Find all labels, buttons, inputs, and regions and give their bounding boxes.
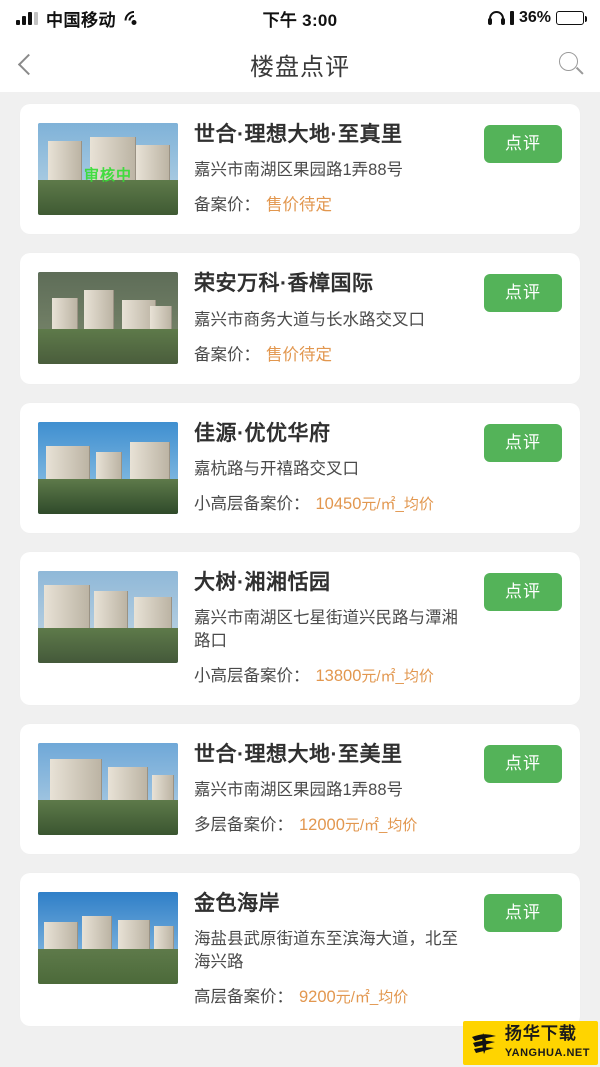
property-thumbnail[interactable] (38, 892, 178, 985)
property-address: 嘉杭路与开禧路交叉口 (194, 459, 359, 478)
property-card[interactable]: 荣安万科·香樟国际嘉兴市商务大道与长水路交叉口 备案价： 售价待定 点评 (20, 253, 580, 384)
alarm-bar-icon (509, 11, 514, 25)
review-button-wrap: 点评 (474, 272, 562, 313)
status-bar-right: 36% (487, 9, 587, 27)
property-info: 世合·理想大地·至美里嘉兴市南湖区果园路1弄88号 多层备案价： 12000元/㎡_… (178, 743, 474, 835)
review-button-wrap: 点评 (474, 892, 562, 933)
review-button-wrap: 点评 (474, 123, 562, 163)
property-price-row: 备案价： 售价待定 (194, 341, 474, 365)
review-button-wrap: 点评 (474, 422, 562, 462)
property-address: 嘉兴市南湖区果园路1弄88号 (194, 161, 404, 180)
property-card[interactable]: 审核中 世合·理想大地·至真里嘉兴市南湖区果园路1弄88号 备案价： 售价待定 点评 (20, 104, 580, 235)
battery-percent-label: 36% (518, 9, 551, 26)
property-info: 荣安万科·香樟国际嘉兴市商务大道与长水路交叉口 备案价： 售价待定 (178, 272, 474, 364)
watermark-cn-label: 扬华下载 (504, 1024, 577, 1044)
review-button[interactable]: 点评 (484, 894, 562, 933)
price-value: 9200元/㎡_均价 (299, 988, 408, 1006)
property-address: 嘉兴市南湖区七星街道兴民路与潭湘路口 (194, 609, 458, 650)
price-number: 10450 (315, 495, 362, 514)
property-card[interactable]: 大树·湘湘恬园嘉兴市南湖区七星街道兴民路与潭湘路口小高层备案价： 13800元/㎡… (20, 552, 580, 705)
battery-icon (556, 11, 587, 25)
property-thumbnail[interactable]: 审核中 (38, 123, 178, 215)
price-number: 13800 (315, 666, 362, 685)
property-title: 世合·理想大地·至美里 (194, 742, 403, 766)
price-unit: 元/㎡_均价 (361, 496, 434, 514)
property-info: 金色海岸海盐县武原街道东至滨海大道，北至海兴路高层备案价： 9200元/㎡_均价 (178, 892, 474, 1007)
price-label: 多层备案价： (194, 816, 293, 835)
property-title: 世合·理想大地·至真里 (194, 123, 403, 146)
property-price-row: 高层备案价： 9200元/㎡_均价 (194, 983, 474, 1007)
property-card[interactable]: 世合·理想大地·至美里嘉兴市南湖区果园路1弄88号 多层备案价： 12000元/㎡_… (20, 723, 580, 855)
watermark-en-label: YANGHUA.NET (504, 1047, 590, 1060)
price-label: 小高层备案价： (194, 495, 310, 514)
page-title: 楼盘点评 (250, 53, 350, 81)
property-info: 佳源·优优华府嘉杭路与开禧路交叉口 小高层备案价： 10450元/㎡_均价 (178, 422, 474, 514)
property-info: 大树·湘湘恬园嘉兴市南湖区七星街道兴民路与潭湘路口小高层备案价： 13800元/㎡… (178, 571, 474, 686)
price-number: 售价待定 (266, 196, 332, 215)
search-icon (559, 52, 584, 76)
price-unit: 元/㎡_均价 (335, 988, 409, 1006)
watermark-badge: 扬华下载 YANGHUA.NET (462, 1021, 598, 1065)
watermark-text: 扬华下载 YANGHUA.NET (505, 1025, 590, 1061)
property-thumbnail[interactable] (38, 421, 178, 514)
price-label: 备案价： (194, 345, 260, 364)
nav-bar: 楼盘点评 (0, 36, 600, 92)
status-bar: 中国移动 下午 3:00 36% (0, 0, 600, 36)
property-price-row: 小高层备案价： 10450元/㎡_均价 (194, 490, 474, 514)
property-price-row: 备案价： 售价待定 (194, 191, 474, 215)
price-label: 备案价： (194, 196, 260, 215)
price-label: 小高层备案价： (194, 666, 310, 685)
review-button[interactable]: 点评 (484, 573, 562, 612)
property-price-row: 小高层备案价： 13800元/㎡_均价 (194, 662, 474, 686)
yanghua-logo-icon (469, 1028, 499, 1058)
price-number: 售价待定 (266, 345, 332, 364)
property-thumbnail[interactable] (38, 272, 178, 365)
property-card[interactable]: 金色海岸海盐县武原街道东至滨海大道，北至海兴路高层备案价： 9200元/㎡_均价 点… (20, 873, 580, 1026)
property-address: 海盐县武原街道东至滨海大道，北至海兴路 (194, 930, 458, 971)
price-value: 13800元/㎡_均价 (316, 667, 434, 685)
property-address: 嘉兴市南湖区果园路1弄88号 (194, 781, 404, 800)
property-title: 大树·湘湘恬园 (194, 571, 331, 595)
review-button[interactable]: 点评 (484, 274, 562, 313)
price-number: 9200 (299, 987, 336, 1006)
price-unit: 元/㎡_均价 (344, 817, 418, 835)
review-button[interactable]: 点评 (484, 423, 562, 462)
property-list[interactable]: 审核中 世合·理想大地·至真里 嘉兴市南湖区果园路1弄88号 备案价： 售价待定 点评 荣安… (0, 92, 600, 1026)
property-title: 金色海岸 (194, 892, 280, 916)
property-thumbnail[interactable] (38, 742, 178, 835)
price-unit: 元/㎡_均价 (361, 667, 434, 685)
property-title: 佳源·优优华府 (194, 421, 331, 445)
price-value: 10450元/㎡_均价 (316, 495, 434, 513)
price-value: 售价待定 (266, 196, 332, 214)
price-value: 12000元/㎡_均价 (299, 816, 417, 834)
property-card[interactable]: 佳源·优优华府嘉杭路与开禧路交叉口 小高层备案价： 10450元/㎡_均价 点评 (20, 402, 580, 534)
property-address: 嘉兴市商务大道与长水路交叉口 (194, 310, 425, 329)
property-info: 世合·理想大地·至真里嘉兴市南湖区果园路1弄88号 备案价： 售价待定 (178, 123, 474, 215)
price-label: 高层备案价： (194, 987, 293, 1006)
app-screen: 中国移动 下午 3:00 36% 楼盘点评 审核中 世合·理想大地·至真里嘉兴市南… (0, 0, 600, 1067)
review-button[interactable]: 点评 (484, 744, 562, 783)
review-button-wrap: 点评 (474, 743, 562, 783)
review-button[interactable]: 点评 (484, 125, 562, 163)
property-title: 荣安万科·香樟国际 (194, 272, 374, 296)
property-thumbnail[interactable] (38, 571, 178, 664)
price-number: 12000 (299, 816, 345, 835)
property-price-row: 多层备案价： 12000元/㎡_均价 (194, 811, 474, 835)
review-button-wrap: 点评 (474, 571, 562, 612)
price-value: 售价待定 (266, 346, 332, 364)
headphone-icon (487, 11, 505, 25)
